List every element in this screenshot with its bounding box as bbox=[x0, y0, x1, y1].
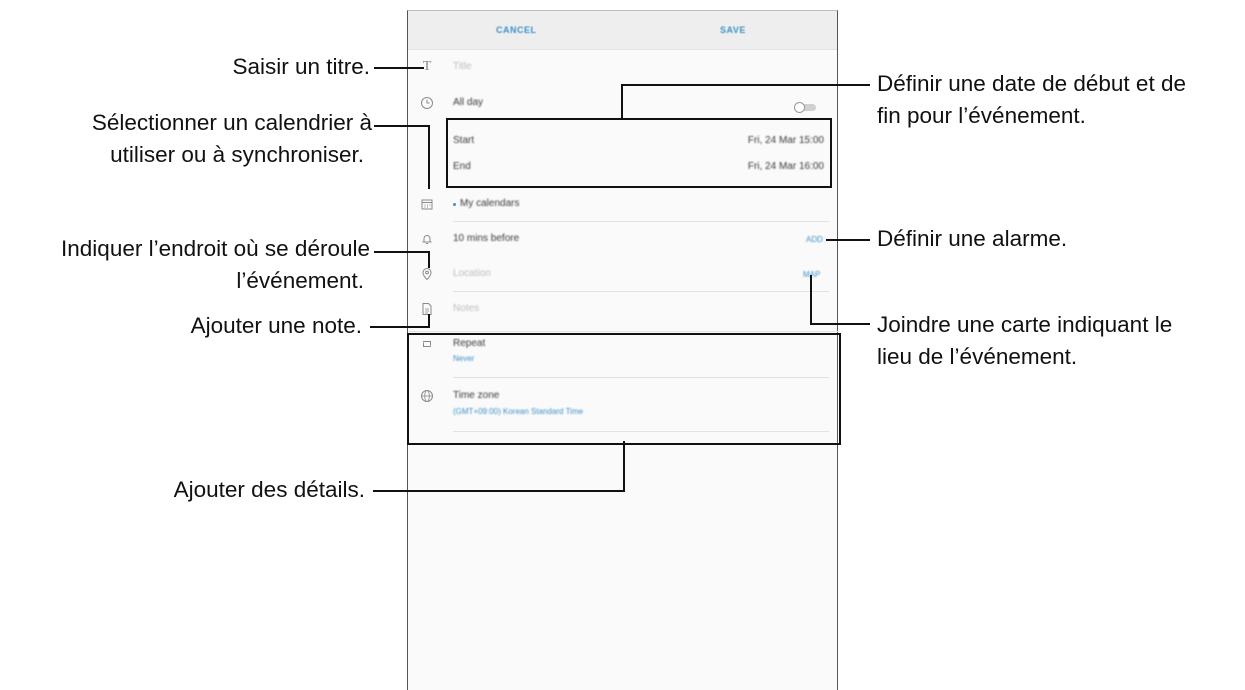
callout-line bbox=[621, 84, 870, 86]
callout-dates-line2: fin pour l’événement. bbox=[877, 103, 1086, 128]
divider bbox=[408, 331, 839, 332]
callout-line bbox=[374, 251, 430, 253]
all-day-label: All day bbox=[453, 97, 484, 108]
callout-details: Ajouter des détails. bbox=[173, 477, 365, 502]
calendar-icon bbox=[420, 197, 434, 211]
callout-line bbox=[810, 275, 812, 325]
divider bbox=[453, 221, 829, 222]
notes-input[interactable]: Notes bbox=[453, 303, 479, 314]
callout-line bbox=[370, 326, 430, 328]
callout-note: Ajouter une note. bbox=[190, 313, 362, 338]
add-reminder-button[interactable]: ADD bbox=[806, 235, 823, 244]
callout-line bbox=[621, 84, 623, 119]
callout-line bbox=[428, 251, 430, 268]
callout-line bbox=[623, 441, 625, 492]
location-input[interactable]: Location bbox=[453, 268, 491, 279]
all-day-toggle[interactable] bbox=[794, 102, 816, 113]
date-range-highlight bbox=[446, 118, 832, 188]
callout-dates-line1: Définir une date de début et de bbox=[877, 71, 1186, 96]
callout-line bbox=[826, 239, 870, 241]
callout-location-line1: Indiquer l’endroit où se déroule bbox=[61, 236, 370, 261]
callout-location-line2: l’événement. bbox=[236, 268, 364, 293]
note-icon bbox=[420, 302, 434, 316]
save-button[interactable]: SAVE bbox=[720, 11, 746, 49]
calendar-select[interactable]: My calendars bbox=[460, 198, 519, 209]
callout-map-line2: lieu de l’événement. bbox=[877, 344, 1078, 369]
divider bbox=[453, 291, 829, 292]
top-action-bar: CANCEL SAVE bbox=[408, 11, 837, 50]
callout-line bbox=[374, 125, 430, 127]
callout-alarm: Définir une alarme. bbox=[877, 226, 1068, 251]
bell-icon bbox=[420, 232, 434, 246]
callout-line bbox=[810, 323, 870, 325]
cancel-button[interactable]: CANCEL bbox=[496, 11, 537, 49]
callout-calendar-line2: utiliser ou à synchroniser. bbox=[110, 142, 364, 167]
clock-icon bbox=[420, 96, 434, 110]
callout-line bbox=[428, 125, 430, 189]
callout-line bbox=[374, 67, 424, 69]
details-highlight bbox=[407, 333, 841, 445]
location-pin-icon bbox=[420, 267, 434, 281]
title-input[interactable]: Title bbox=[453, 61, 472, 72]
callout-line bbox=[373, 490, 625, 492]
callout-calendar-line1: Sélectionner un calendrier à bbox=[91, 110, 372, 135]
calendar-color-dot bbox=[453, 203, 456, 206]
callout-map-line1: Joindre une carte indiquant le bbox=[877, 312, 1173, 337]
callout-line bbox=[428, 314, 430, 328]
reminder-label: 10 mins before bbox=[453, 233, 520, 244]
callout-title: Saisir un titre. bbox=[232, 54, 370, 79]
